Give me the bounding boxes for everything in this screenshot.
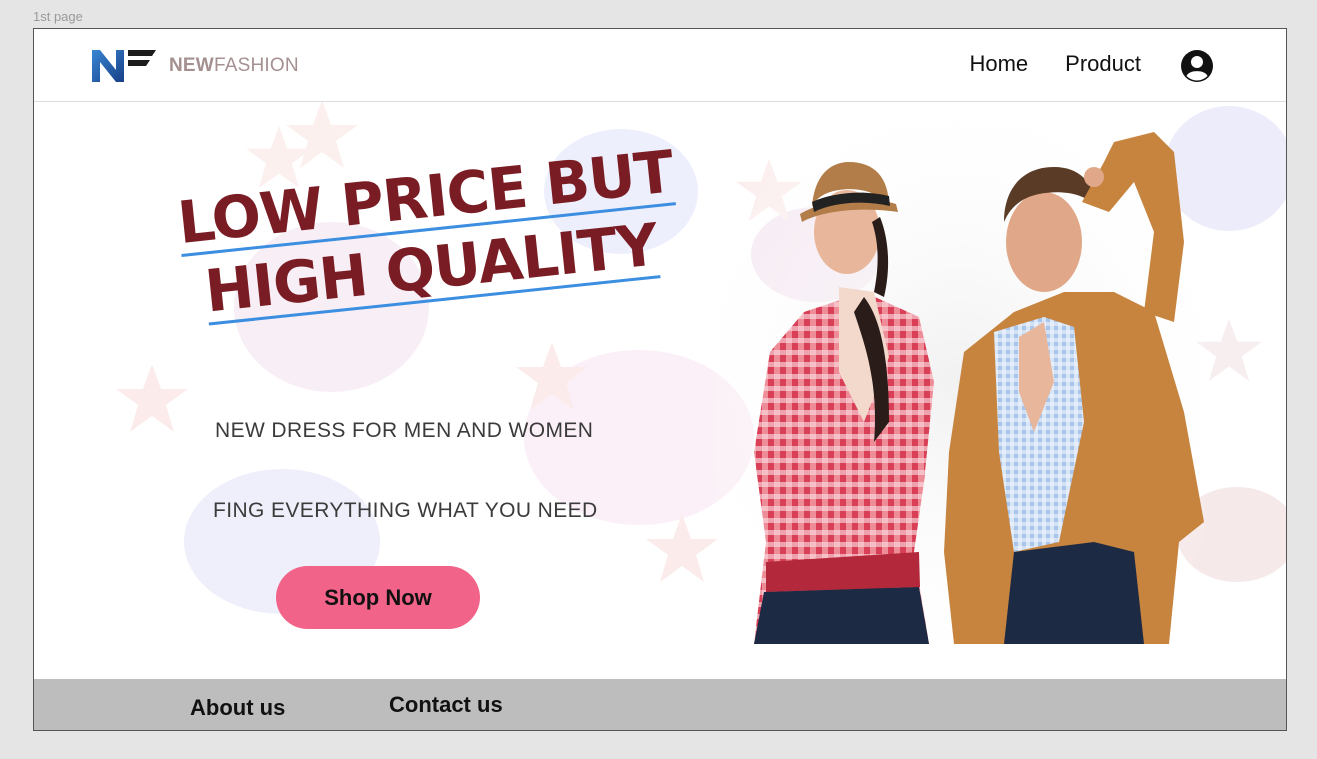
main-nav: Home Product — [969, 51, 1141, 77]
site-footer: About us Contact us — [34, 679, 1286, 730]
brand-bold: NEW — [169, 55, 214, 76]
nav-home[interactable]: Home — [969, 51, 1028, 77]
decor-star-icon — [1196, 318, 1262, 382]
footer-contact-link[interactable]: Contact us — [389, 692, 503, 718]
shop-now-button[interactable]: Shop Now — [276, 566, 480, 629]
hero-tagline-2: FING EVERYTHING WHAT YOU NEED — [213, 499, 598, 522]
brand-light: FASHION — [213, 55, 299, 76]
account-circle-icon[interactable] — [1180, 49, 1214, 83]
nf-logo[interactable] — [92, 48, 156, 82]
brand-name: NEWFASHION — [169, 55, 299, 77]
hero-tagline-1: NEW DRESS FOR MEN AND WOMEN — [215, 419, 594, 442]
hero-section: LOW PRICE BUT HIGH QUALITY NEW DRESS FOR… — [34, 100, 1286, 679]
fashion-couple-photo — [714, 122, 1204, 644]
site-header: NEWFASHION Home Product — [34, 29, 1286, 102]
page-frame: NEWFASHION Home Product LOW PRICE BUT HI… — [33, 28, 1287, 731]
decor-star-icon — [516, 342, 588, 410]
decor-star-icon — [116, 364, 188, 432]
decor-star-icon — [646, 514, 718, 582]
page-frame-label: 1st page — [33, 9, 83, 24]
nav-product[interactable]: Product — [1065, 51, 1141, 77]
footer-about-link[interactable]: About us — [190, 695, 285, 721]
